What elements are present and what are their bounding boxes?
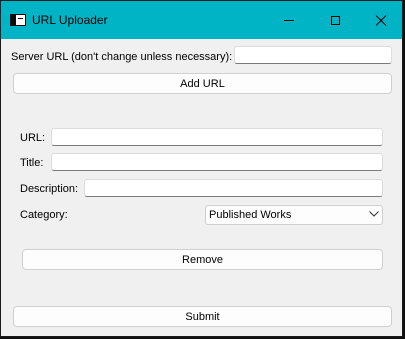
window-title: URL Uploader — [32, 13, 108, 27]
category-label: Category: — [20, 209, 68, 221]
close-button[interactable] — [358, 1, 404, 39]
add-url-button[interactable]: Add URL — [13, 73, 392, 94]
title-bar[interactable]: URL Uploader — [1, 1, 402, 39]
minimize-button[interactable] — [266, 1, 312, 39]
maximize-button[interactable] — [312, 1, 358, 39]
url-label: URL: — [20, 132, 46, 144]
url-uploader-window: URL Uploader Server URL (don't change un… — [0, 0, 403, 337]
category-selected-value: Published Works — [209, 209, 292, 221]
description-input[interactable] — [84, 179, 383, 197]
add-url-button-label: Add URL — [180, 77, 225, 90]
submit-button[interactable]: Submit — [13, 306, 392, 327]
minimize-icon — [284, 19, 294, 21]
submit-button-label: Submit — [185, 310, 220, 323]
description-label: Description: — [20, 183, 79, 195]
title-input[interactable] — [51, 153, 383, 171]
close-icon — [375, 14, 387, 26]
server-url-label: Server URL (don't change unless necessar… — [11, 51, 233, 63]
remove-button[interactable]: Remove — [22, 249, 383, 270]
category-dropdown[interactable]: Published Works — [205, 205, 383, 225]
app-window-icon — [10, 14, 26, 26]
maximize-icon — [330, 15, 340, 25]
url-input[interactable] — [51, 128, 383, 146]
server-url-input[interactable] — [234, 46, 392, 64]
remove-button-label: Remove — [182, 253, 223, 266]
chevron-down-icon — [369, 211, 379, 217]
title-label: Title: — [20, 157, 44, 169]
